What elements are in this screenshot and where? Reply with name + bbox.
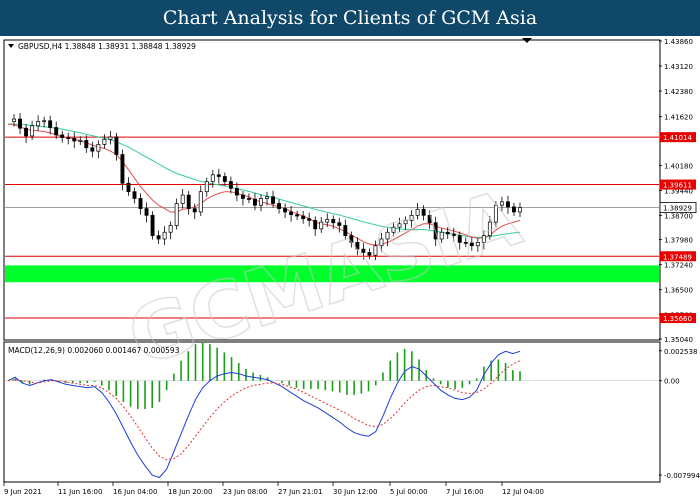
candle-body	[307, 218, 312, 221]
time-tick-label: 16 Jun 04:00	[113, 488, 157, 496]
candle-body	[168, 225, 173, 233]
time-tick-label: 30 Jun 12:00	[333, 488, 377, 496]
candle-body	[42, 120, 47, 123]
candle-body	[222, 176, 227, 182]
price-tick-label: 1.43120	[664, 63, 693, 71]
time-tick-label: 12 Jul 04:00	[502, 488, 544, 496]
level-price-tag-label: 1.39611	[663, 182, 692, 190]
price-tick-label: 1.37980	[664, 237, 693, 245]
candle-body	[246, 198, 251, 200]
price-tick-label: 1.43860	[664, 38, 693, 46]
candle-body	[234, 187, 239, 196]
price-chart: 1.438601.431201.423801.416201.401801.394…	[3, 38, 700, 496]
candle-body	[240, 194, 245, 199]
time-tick-label: 27 Jun 21:01	[278, 488, 322, 496]
candle-body	[150, 214, 155, 236]
macd-tick-label: -0.007994	[664, 472, 700, 480]
candle-body	[210, 174, 215, 182]
symbol-info: GBPUSD,H4 1.38848 1.38931 1.38848 1.3892…	[18, 42, 196, 51]
current-price-tag-label: 1.38929	[663, 205, 692, 213]
candle-body	[331, 219, 336, 224]
candle-body	[84, 139, 89, 149]
candle-body	[192, 208, 197, 213]
candle-body	[12, 118, 16, 122]
level-price-tag-label: 1.35660	[663, 315, 692, 323]
candle-body	[114, 136, 119, 155]
candle-body	[132, 191, 137, 199]
candle-body	[174, 203, 179, 226]
price-tick-label: 1.42380	[664, 88, 693, 96]
candle-body	[48, 120, 53, 128]
candle-body	[30, 125, 35, 137]
candle-body	[108, 136, 113, 140]
candle-body	[204, 181, 209, 193]
candle-body	[265, 196, 269, 199]
candle-body	[162, 231, 167, 240]
candle-body	[138, 198, 143, 209]
macd-tick-label: 0.002538	[664, 348, 697, 356]
candle-body	[325, 219, 330, 223]
candle-body	[72, 137, 77, 142]
price-tick-label: 1.41620	[664, 114, 693, 122]
candle-body	[301, 215, 306, 220]
candle-body	[198, 191, 203, 213]
candle-body	[271, 196, 275, 204]
time-tick-label: 7 Jul 16:00	[446, 488, 484, 496]
candle-body	[253, 198, 257, 206]
candle-body	[295, 214, 300, 217]
candle-body	[289, 211, 294, 216]
candle-body	[66, 137, 71, 139]
chart-frame: 1.43860 1.43120 1.42380 1.41620 1.40180 1.394…	[0, 36, 700, 500]
time-tick-label: 18 Jun 20:00	[168, 488, 212, 496]
candle-body	[319, 221, 324, 230]
macd-plot-area	[3, 341, 661, 483]
candle-body	[518, 207, 522, 213]
price-tick-label: 1.37240	[664, 262, 693, 270]
candle-body	[96, 144, 101, 152]
level-price-tag-label: 1.41014	[663, 134, 692, 142]
candle-body	[216, 174, 221, 177]
macd-tick-label: 0.00	[664, 378, 680, 386]
candle-body	[283, 208, 288, 213]
macd-label: MACD(12,26,9) 0.002060 0.001467 0.000593	[8, 346, 180, 355]
candle-body	[18, 118, 22, 129]
candle-body	[60, 134, 65, 138]
candle-body	[102, 138, 107, 145]
candle-body	[156, 235, 161, 240]
candle-body	[144, 208, 149, 216]
candle-body	[126, 182, 131, 193]
price-tick-label: 1.38700	[664, 212, 693, 220]
time-tick-label: 5 Jul 00:00	[390, 488, 428, 496]
price-tick-label: 1.36500	[664, 287, 693, 295]
candle-body	[54, 127, 59, 136]
price-tick-label: 1.40180	[664, 162, 693, 170]
time-tick-label: 11 Jun 16:00	[58, 488, 102, 496]
price-tick-label: 1.35040	[664, 336, 693, 344]
candle-body	[36, 121, 41, 127]
page-title: Chart Analysis for Clients of GCM Asia	[0, 0, 700, 36]
time-tick-label: 23 Jun 08:00	[223, 488, 267, 496]
candle-body	[90, 147, 95, 152]
time-tick-label: 9 Jun 2021	[4, 488, 42, 496]
candle-body	[78, 139, 83, 142]
candle-body	[337, 222, 342, 226]
candle-body	[24, 127, 29, 137]
candle-body	[259, 198, 263, 206]
candle-body	[120, 154, 125, 184]
candle-body	[228, 181, 233, 189]
candle-body	[180, 194, 185, 204]
candle-body	[313, 220, 318, 230]
candle-body	[186, 194, 191, 209]
candle-body	[277, 203, 282, 209]
level-price-tag-label: 1.37489	[663, 253, 692, 261]
